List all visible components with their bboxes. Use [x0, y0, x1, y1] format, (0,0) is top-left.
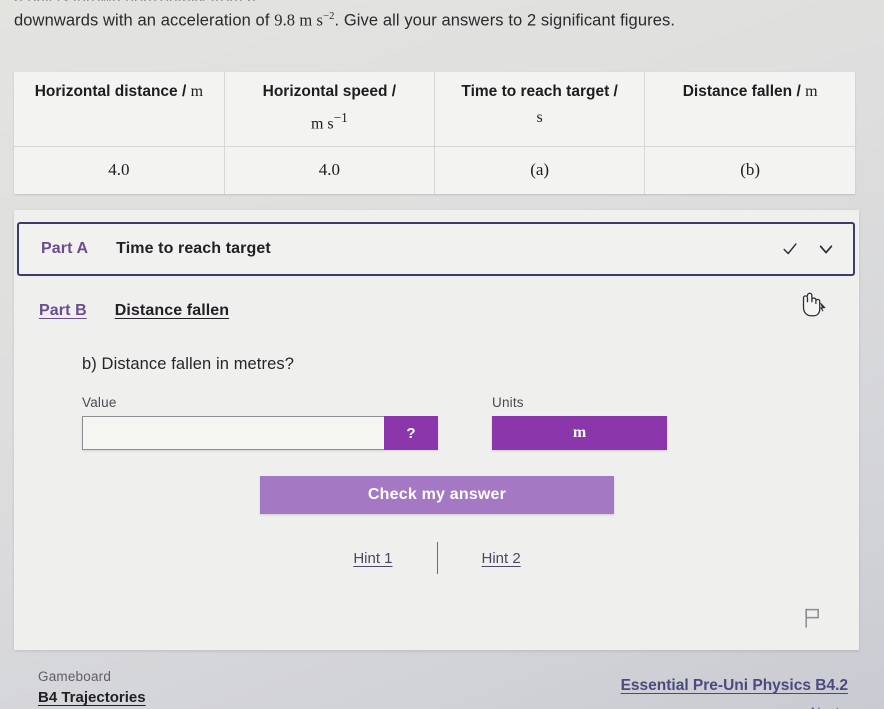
part-b-title: Distance fallen: [114, 302, 230, 319]
column-unit: m: [805, 83, 818, 100]
hint-1-link[interactable]: Hint 1: [309, 550, 436, 567]
gameboard-title-link[interactable]: Essential Pre-Uni Physics B4.2: [621, 674, 848, 698]
value-control: ?: [82, 416, 438, 450]
part-a-label: Part A: [41, 240, 89, 257]
column-unit: m: [190, 83, 204, 100]
acceleration-unit: m s: [299, 10, 324, 30]
chevron-down-icon[interactable]: [817, 240, 835, 258]
check-icon: [783, 243, 797, 255]
units-field-label: Units: [492, 395, 524, 410]
table-cell: 4.0: [108, 160, 130, 180]
value-input[interactable]: [82, 416, 384, 450]
part-b-label: Part B: [39, 302, 87, 319]
hint-2-link[interactable]: Hint 2: [438, 550, 565, 567]
units-field-group: Units m: [492, 395, 667, 450]
question-parts-card: Part A Time to reach target Part B Dista…: [14, 210, 859, 650]
table-cell: 4.0: [223, 146, 435, 195]
column-label: Time to reach target /: [461, 83, 618, 100]
part-a-title: Time to reach target: [116, 240, 271, 257]
page-root: a ball is thrown horizontally from a dow…: [0, 0, 884, 709]
value-field-group: Value ?: [82, 395, 438, 450]
footer-eyebrow: Gameboard: [38, 669, 112, 684]
next-question-link[interactable]: Next ›: [621, 700, 848, 709]
report-question-button[interactable]: [803, 608, 821, 628]
column-unit: s: [536, 109, 543, 126]
intro-part-1: downwards with an acceleration of: [14, 11, 275, 30]
table-header-row: Horizontal distance / m Horizontal speed…: [14, 72, 855, 148]
part-a-status-icons: [781, 240, 835, 258]
question-prompt: b) Distance fallen in metres?: [82, 355, 294, 373]
accordion-item-part-b[interactable]: Part B Distance fallen: [17, 288, 855, 334]
accordion-item-part-a[interactable]: Part A Time to reach target: [17, 222, 855, 276]
footer-nav-group: Essential Pre-Uni Physics B4.2 Next ›: [621, 674, 848, 709]
hints-row: Hint 1 Hint 2: [260, 542, 614, 574]
units-select-button[interactable]: m: [492, 416, 667, 450]
value-field-label: Value: [82, 395, 117, 410]
clipped-prose-line: a ball is thrown horizontally from a: [14, 0, 614, 1]
table-row: 4.0 4.0 (a) (b): [14, 146, 855, 195]
check-my-answer-button[interactable]: Check my answer: [260, 476, 614, 514]
column-unit: m s−1: [310, 110, 348, 133]
table-cell: (a): [433, 146, 645, 195]
pointing-hand-cursor: [802, 292, 826, 317]
column-label: Distance fallen /: [682, 83, 801, 100]
table-header-cell: Horizontal speed / m s−1: [223, 72, 435, 148]
data-table: Horizontal distance / m Horizontal speed…: [14, 72, 855, 195]
table-header-cell: Distance fallen / m: [644, 72, 855, 148]
question-intro-text: downwards with an acceleration of 9.8 m …: [14, 6, 870, 32]
acceleration-value: 9.8: [274, 10, 296, 30]
value-help-badge[interactable]: ?: [384, 416, 438, 450]
footer-breadcrumb-group: Gameboard B4 Trajectories: [38, 666, 146, 708]
table-header-cell: Time to reach target / s: [433, 72, 645, 148]
column-label: Horizontal distance /: [34, 83, 187, 100]
data-table-container: Horizontal distance / m Horizontal speed…: [14, 72, 855, 195]
footer-breadcrumb-link[interactable]: B4 Trajectories: [38, 687, 146, 708]
table-cell: (b): [644, 146, 855, 195]
acceleration-exponent: −2: [323, 11, 335, 22]
column-label: Horizontal speed /: [262, 83, 397, 100]
table-header-cell: Horizontal distance / m: [14, 72, 225, 148]
intro-part-2: . Give all your answers to 2 significant…: [334, 11, 676, 30]
flag-icon: [805, 608, 819, 628]
